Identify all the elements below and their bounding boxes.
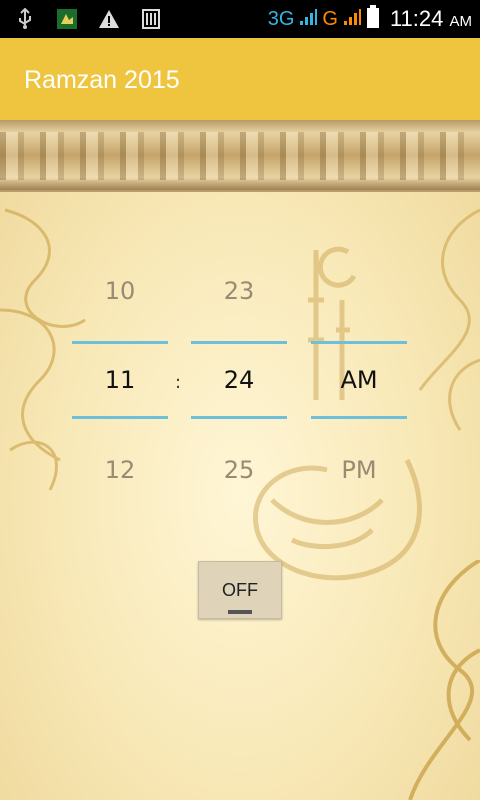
clock-time: 11:24 [389,6,444,31]
period-current[interactable]: AM [311,366,407,394]
minute-divider-bottom [191,416,287,419]
minute-current[interactable]: 24 [191,366,287,394]
status-bar: 3G G 11:24 AM [0,0,480,38]
minute-prev[interactable]: 23 [191,277,287,305]
hour-prev[interactable]: 10 [72,277,168,305]
battery-icon [366,5,380,33]
network-type-2: G [322,7,338,30]
content-area: 10 11 12 : 23 24 25 AM PM OFF [0,120,480,800]
clock: 11:24 AM [390,6,472,32]
app-title: Ramzan 2015 [24,66,180,94]
action-bar: Ramzan 2015 [0,38,480,120]
signal-icon [342,7,362,31]
barcode-icon [140,8,162,30]
hour-current[interactable]: 11 [72,366,168,394]
decorative-border [0,120,480,192]
time-separator: : [175,372,182,393]
clock-ampm: AM [449,13,473,30]
hour-next[interactable]: 12 [72,456,168,484]
warning-icon [98,8,120,30]
usb-icon [14,8,36,30]
hour-divider-bottom [72,416,168,419]
period-next[interactable]: PM [311,456,407,484]
period-divider-top [311,341,407,344]
hour-divider-top [72,341,168,344]
minute-divider-top [191,341,287,344]
signal-icon [298,7,318,31]
minute-next[interactable]: 25 [191,456,287,484]
app-notification-icon [56,8,78,30]
toggle-label: OFF [222,579,258,600]
network-type-1: 3G [267,7,295,30]
period-divider-bottom [311,416,407,419]
toggle-indicator [228,610,252,614]
